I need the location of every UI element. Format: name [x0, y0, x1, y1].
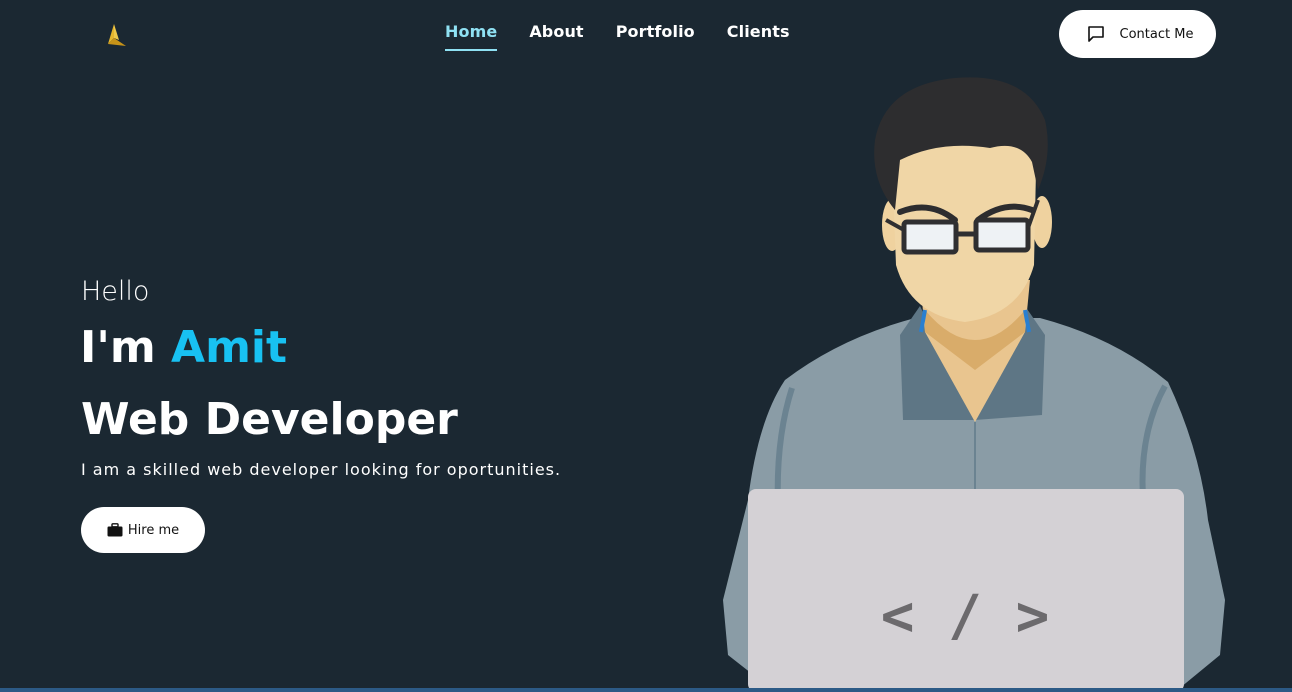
developer-illustration: < / >	[723, 77, 1225, 692]
logo-icon[interactable]	[100, 22, 128, 48]
hero-role: Web Developer	[81, 394, 458, 445]
laptop-code-icon: < / >	[881, 584, 1050, 649]
message-square-icon	[1087, 26, 1104, 42]
contact-me-label: Contact Me	[1119, 26, 1194, 42]
glasses-lens-right	[973, 217, 1031, 253]
briefcase-icon	[107, 523, 123, 537]
nav-portfolio[interactable]: Portfolio	[616, 22, 695, 51]
hero-intro-prefix: I'm	[80, 322, 156, 373]
hero-intro: I'm Amit	[80, 322, 287, 375]
hero-name: Amit	[171, 322, 288, 373]
hero-tagline: I am a skilled web developer looking for…	[81, 460, 562, 479]
hire-me-label: Hire me	[127, 522, 180, 538]
bottom-bar	[0, 688, 1292, 692]
main-nav: Home About Portfolio Clients	[445, 22, 790, 51]
hero-greeting: Hello	[81, 276, 150, 307]
contact-me-button[interactable]: Contact Me	[1059, 10, 1216, 58]
nav-about[interactable]: About	[529, 22, 583, 51]
hire-me-button[interactable]: Hire me	[81, 507, 205, 553]
nav-clients[interactable]: Clients	[727, 22, 790, 51]
nav-home[interactable]: Home	[445, 22, 498, 51]
glasses-lens-left	[901, 219, 959, 255]
